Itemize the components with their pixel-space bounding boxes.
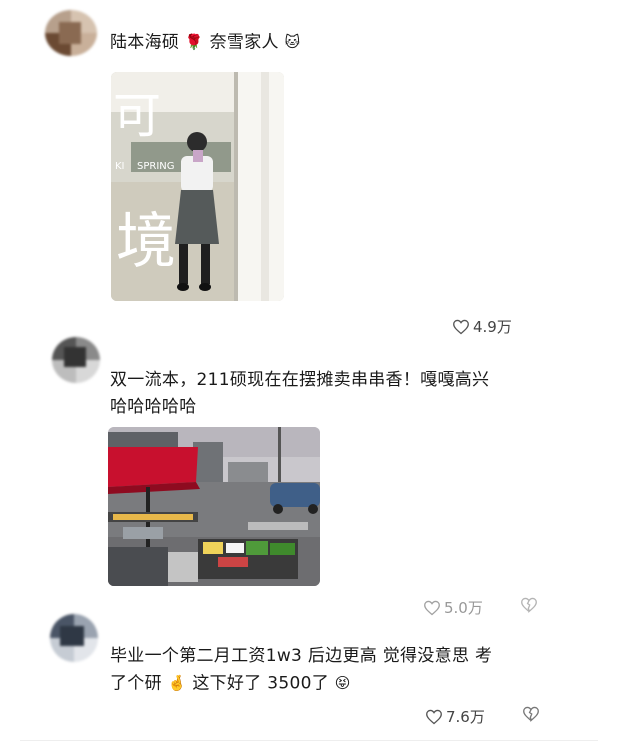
street-stall-image — [108, 427, 320, 586]
rose-icon: 🌹 — [184, 33, 204, 51]
svg-text:KI: KI — [115, 161, 125, 172]
svg-text:可: 可 — [113, 88, 161, 144]
dislike-button[interactable] — [520, 597, 538, 617]
mirror-selfie-image: 可 境 KI SPRING — [111, 72, 284, 301]
cat-face-icon: 🐱 — [284, 33, 301, 51]
avatar[interactable] — [52, 337, 100, 383]
broken-heart-icon — [521, 597, 537, 613]
svg-text:境: 境 — [116, 207, 176, 277]
like-count: 5.0万 — [444, 599, 483, 617]
comment-text: 双一流本，211硕现在在摆摊卖串串香！嘎嘎高兴 哈哈哈哈哈 — [110, 370, 490, 417]
heart-outline-icon — [426, 709, 442, 724]
like-count: 4.9万 — [473, 318, 512, 336]
broken-heart-icon — [523, 706, 539, 722]
heart-outline-icon — [453, 319, 469, 334]
winking-tongue-face-icon: 😝 — [334, 674, 351, 692]
like-button[interactable]: 5.0万 — [423, 597, 483, 618]
like-button[interactable]: 7.6万 — [425, 706, 485, 727]
comment-photo[interactable]: 可 境 KI SPRING — [111, 72, 284, 301]
comment-photo[interactable] — [108, 427, 320, 586]
crossed-fingers-icon: 🤞 — [167, 674, 187, 692]
avatar[interactable] — [45, 10, 97, 56]
avatar[interactable] — [50, 614, 98, 662]
dislike-button[interactable] — [522, 706, 540, 726]
like-count: 7.6万 — [446, 708, 485, 726]
divider — [20, 740, 598, 741]
comment-text: 毕业一个第二月工资1w3 后边更高 觉得没意思 考 了个研 🤞 这下好了 350… — [110, 643, 492, 698]
heart-outline-icon — [424, 600, 440, 615]
comment-text: 陆本海硕 🌹 奈雪家人 🐱 — [110, 29, 300, 57]
like-button[interactable]: 4.9万 — [452, 316, 512, 337]
svg-text:SPRING: SPRING — [137, 161, 175, 172]
